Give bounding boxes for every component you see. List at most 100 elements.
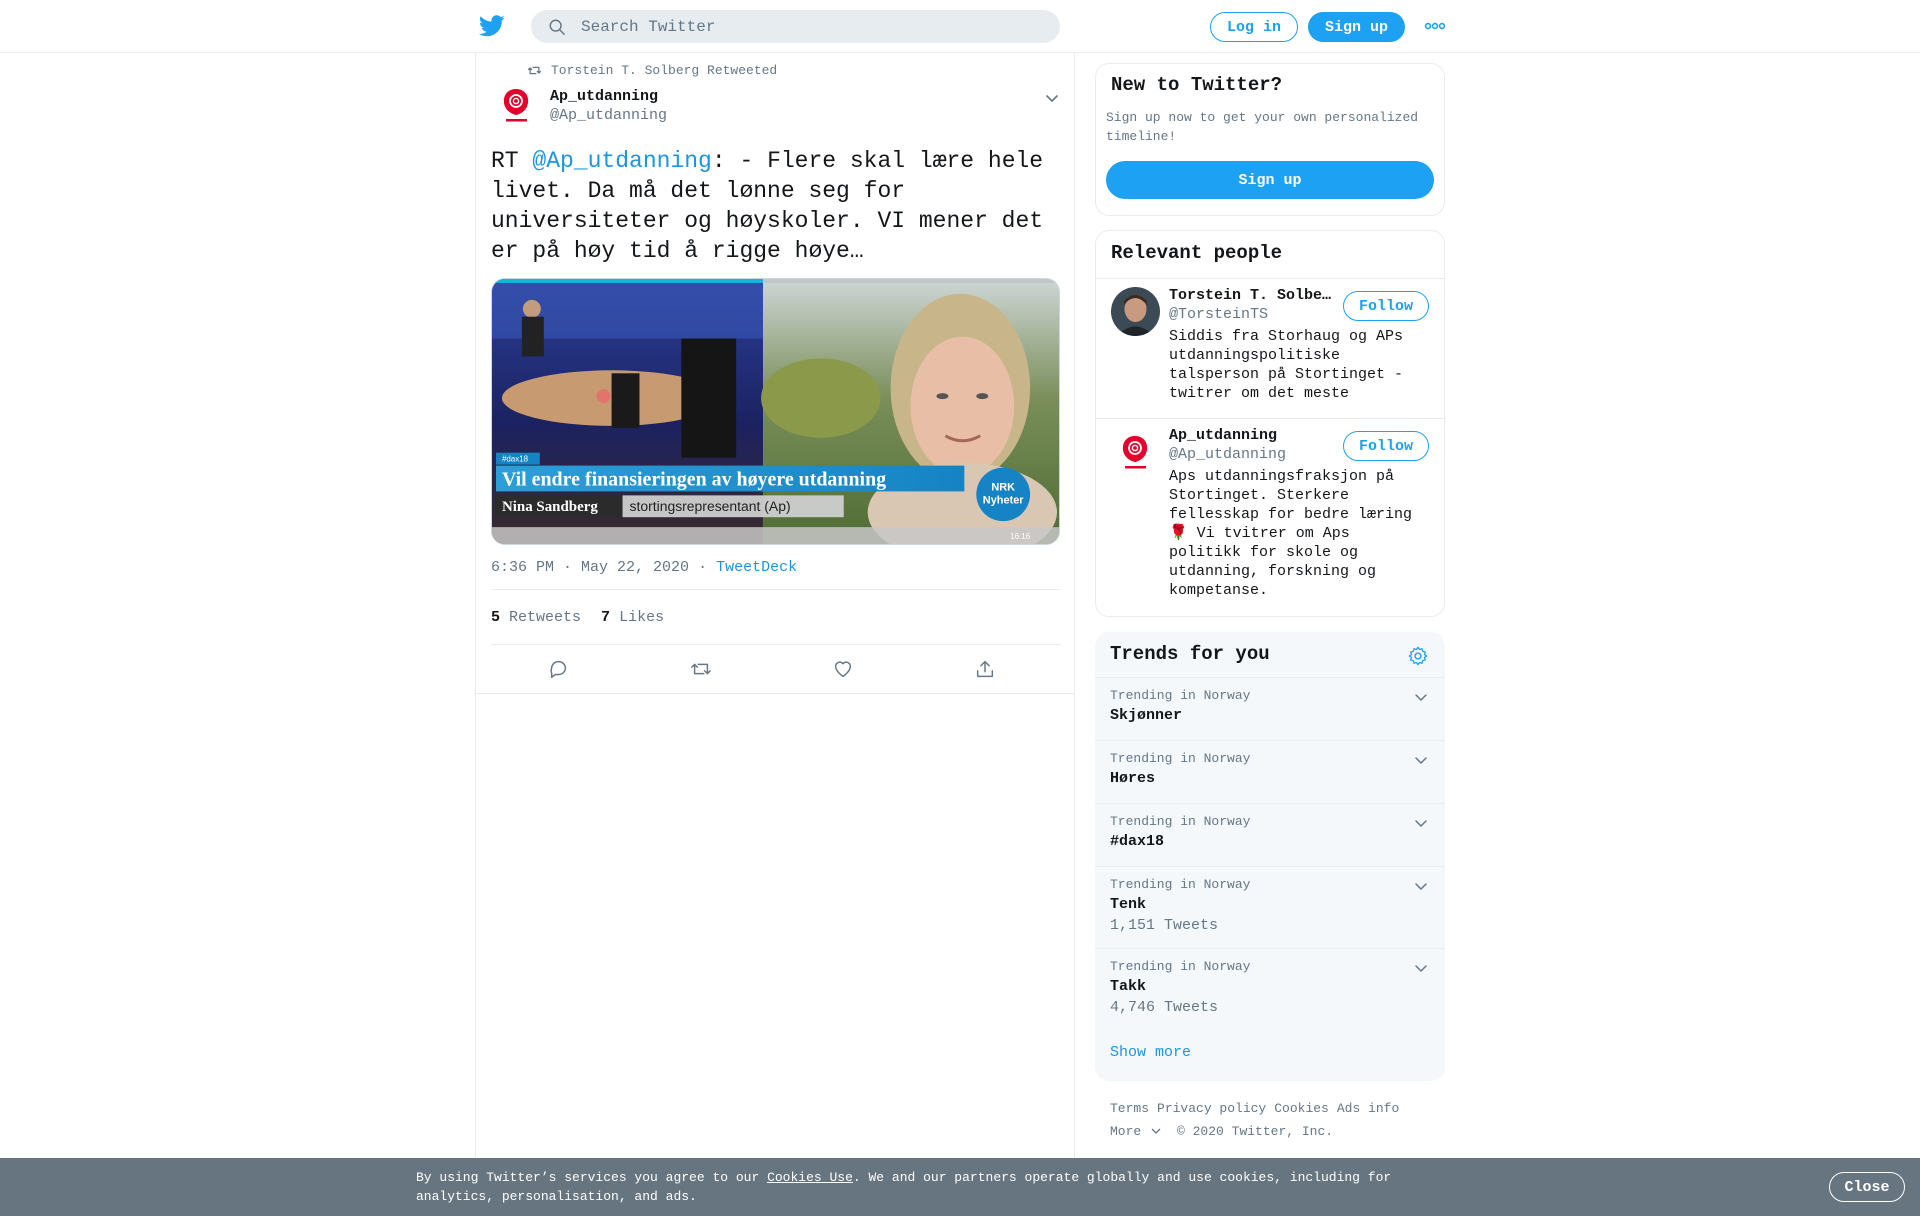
person-avatar[interactable]	[1111, 287, 1160, 336]
footer-link-privacy[interactable]: Privacy policy	[1157, 1101, 1266, 1116]
trend-item[interactable]: Trending in Norway Høres	[1095, 740, 1445, 803]
reply-icon[interactable]	[548, 658, 570, 680]
media-tag: #dax18	[502, 455, 529, 464]
top-bar: Log in Sign up	[0, 0, 1920, 53]
trend-name: Tenk	[1110, 896, 1147, 913]
person-bio: Aps utdanningsfraksjon på Stortinget. St…	[1169, 468, 1413, 599]
gear-icon[interactable]	[1407, 645, 1429, 667]
retweets-label: Retweets	[509, 609, 582, 626]
twitter-logo-icon[interactable]	[479, 14, 505, 38]
footer-links: Terms Privacy policy Cookies Ads info More …	[1110, 1097, 1440, 1143]
close-button[interactable]: Close	[1829, 1172, 1905, 1202]
cookie-text: By using Twitter’s services you agree to…	[416, 1168, 1416, 1206]
media-channel-line2: Nyheter	[983, 494, 1025, 506]
timestamp-separator: ·	[698, 559, 708, 576]
trends-card: Trends for you Trending in Norway Skjønn…	[1095, 632, 1445, 1081]
retweeted-by[interactable]: Torstein T. Solberg Retweeted	[527, 63, 777, 78]
trend-item[interactable]: Trending in Norway #dax18	[1095, 803, 1445, 866]
follow-button[interactable]: Follow	[1343, 291, 1429, 321]
cookie-text-before: By using Twitter’s services you agree to…	[416, 1170, 768, 1185]
retweet-action-icon[interactable]	[690, 658, 712, 680]
likes-count: 7	[601, 609, 611, 626]
like-heart-icon[interactable]	[832, 658, 854, 680]
person-handle[interactable]: @TorsteinTS	[1169, 306, 1268, 323]
tweet-text: RT @Ap_utdanning: - Flere skal lære hele…	[491, 146, 1061, 266]
new-to-twitter-card: New to Twitter? Sign up now to get your …	[1095, 63, 1445, 216]
trend-count: 1,151 Tweets	[1110, 917, 1219, 934]
tweet-text-prefix: RT	[491, 148, 533, 174]
media-headline: Vil endre finansieringen av høyere utdan…	[502, 468, 886, 490]
media-clock: 16:16	[1010, 532, 1030, 541]
follow-button[interactable]: Follow	[1343, 431, 1429, 461]
footer-link-terms[interactable]: Terms	[1110, 1101, 1149, 1116]
person-name[interactable]: Torstein T. Solberg	[1169, 287, 1334, 304]
search-input[interactable]	[581, 10, 1041, 43]
author-name[interactable]: Ap_utdanning	[550, 88, 658, 105]
trends-title: Trends for you	[1110, 643, 1270, 665]
timestamp-text[interactable]: 6:36 PM · May 22, 2020	[491, 559, 689, 576]
person-item[interactable]: Torstein T. Solberg @TorsteinTS Follow S…	[1096, 279, 1444, 418]
person-item[interactable]: Ap_utdanning @Ap_utdanning Follow Aps ut…	[1096, 419, 1444, 615]
divider	[491, 589, 1061, 590]
chevron-down-icon	[1151, 1128, 1161, 1134]
relevant-people-card: Relevant people Torstein T. Solberg @Tor…	[1095, 230, 1445, 617]
chevron-down-icon[interactable]	[1413, 878, 1429, 894]
copyright: © 2020 Twitter, Inc.	[1177, 1124, 1334, 1139]
search-icon	[549, 19, 565, 35]
trend-item[interactable]: Trending in Norway Skjønner	[1095, 677, 1445, 740]
trend-count: 4,746 Tweets	[1110, 999, 1219, 1016]
person-handle[interactable]: @Ap_utdanning	[1169, 446, 1286, 463]
trend-meta: Trending in Norway	[1110, 688, 1251, 703]
share-icon[interactable]	[974, 658, 996, 680]
trend-item[interactable]: Trending in Norway Tenk 1,151 Tweets	[1095, 866, 1445, 948]
mention-link[interactable]: @Ap_utdanning	[532, 148, 711, 174]
footer-link-ads-info[interactable]: Ads info	[1337, 1101, 1399, 1116]
new-to-twitter-description: Sign up now to get your own personalized…	[1106, 110, 1419, 144]
trend-meta: Trending in Norway	[1110, 751, 1251, 766]
person-bio: Siddis fra Storhaug og APs utdanningspol…	[1169, 328, 1404, 402]
tweet-actions	[476, 645, 1074, 694]
media-channel-line1: NRK	[991, 481, 1015, 493]
chevron-down-icon[interactable]	[1043, 89, 1061, 107]
chevron-down-icon[interactable]	[1413, 815, 1429, 831]
footer-more-link[interactable]: More	[1110, 1124, 1161, 1139]
show-more-link[interactable]: Show more	[1110, 1044, 1191, 1061]
media-person-name: Nina Sandberg	[502, 499, 598, 515]
trend-meta: Trending in Norway	[1110, 877, 1251, 892]
trend-name: Takk	[1110, 978, 1147, 995]
chevron-down-icon[interactable]	[1413, 752, 1429, 768]
sidebar-signup-button[interactable]: Sign up	[1106, 161, 1434, 199]
footer-link-cookies[interactable]: Cookies	[1274, 1101, 1329, 1116]
main-column: Torstein T. Solberg Retweeted Ap_utdanni…	[475, 53, 1075, 1216]
author-handle[interactable]: @Ap_utdanning	[550, 107, 667, 124]
chevron-down-icon[interactable]	[1413, 960, 1429, 976]
retweets-stat[interactable]: 5 Retweets	[491, 609, 581, 626]
tweet-timestamp: 6:36 PM · May 22, 2020 · TweetDeck	[491, 559, 797, 576]
person-name[interactable]: Ap_utdanning	[1169, 427, 1334, 444]
likes-stat[interactable]: 7 Likes	[601, 609, 664, 626]
trend-name: Skjønner	[1110, 707, 1183, 724]
trend-meta: Trending in Norway	[1110, 959, 1251, 974]
tweet-stats: 5 Retweets 7 Likes	[491, 609, 664, 626]
relevant-people-title: Relevant people	[1111, 242, 1283, 264]
cookies-use-link[interactable]: Cookies Use	[767, 1170, 853, 1185]
login-button[interactable]: Log in	[1210, 12, 1298, 42]
trend-name: #dax18	[1110, 833, 1165, 850]
media-person-role: stortingsrepresentant (Ap)	[630, 498, 791, 514]
retweeted-by-label: Torstein T. Solberg Retweeted	[551, 63, 778, 78]
person-avatar[interactable]	[1111, 429, 1160, 478]
tweet-media-image[interactable]: #dax18 Vil endre finansieringen av høyer…	[491, 278, 1060, 545]
cookie-consent-bar: By using Twitter’s services you agree to…	[0, 1158, 1920, 1216]
likes-label: Likes	[619, 609, 665, 626]
signup-button[interactable]: Sign up	[1308, 12, 1405, 42]
chevron-down-icon[interactable]	[1413, 689, 1429, 705]
trend-item[interactable]: Trending in Norway Takk 4,746 Tweets	[1095, 948, 1445, 1030]
trend-meta: Trending in Norway	[1110, 814, 1251, 829]
author-avatar[interactable]	[492, 82, 541, 131]
footer-more-label: More	[1110, 1124, 1142, 1139]
retweet-icon	[527, 66, 542, 75]
tweet-source-link[interactable]: TweetDeck	[716, 559, 797, 576]
more-options-icon[interactable]	[1424, 20, 1446, 32]
search-box[interactable]	[531, 10, 1060, 43]
new-to-twitter-title: New to Twitter?	[1111, 74, 1283, 96]
